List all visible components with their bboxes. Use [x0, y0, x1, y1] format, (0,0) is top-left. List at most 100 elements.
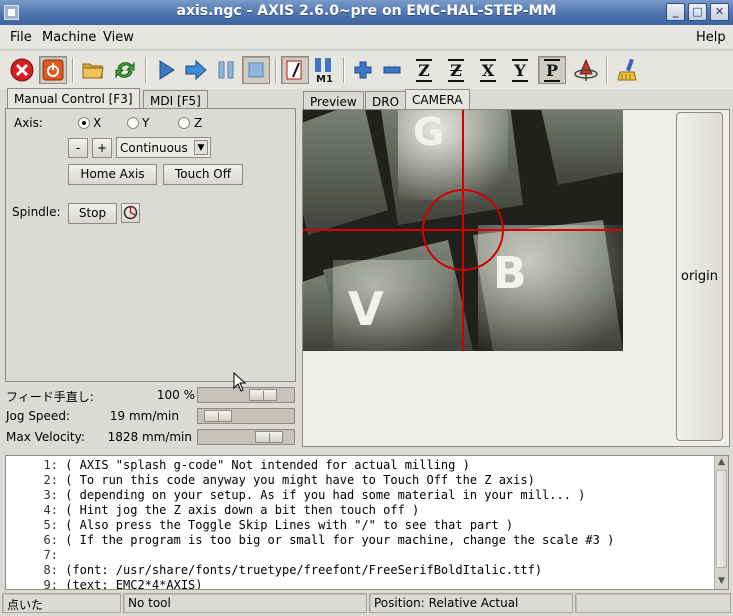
code-line: 1: ( AXIS "splash g-code" Not intended f… [6, 458, 470, 473]
code-line: 8: (font: /usr/share/fonts/truetype/free… [6, 563, 543, 578]
line-text: ( To run this code anyway you might have… [65, 473, 535, 487]
line-number: 2: [43, 473, 58, 487]
axis-z-label: Z [194, 116, 203, 130]
minimize-icon[interactable]: _ [666, 3, 685, 21]
code-line: 2: ( To run this code anyway you might h… [6, 473, 535, 488]
line-text: (font: /usr/share/fonts/truetype/freefon… [65, 563, 543, 577]
code-line: 7: [6, 548, 65, 563]
axis-y-label: Y [142, 116, 150, 130]
jog-plus-button[interactable]: + [92, 138, 112, 158]
axis-z-radio[interactable] [178, 117, 190, 129]
feed-override-label: フィード手直し: [6, 390, 94, 404]
view-y-icon[interactable]: Y [506, 56, 534, 84]
maximize-icon[interactable]: □ [688, 3, 707, 21]
zoom-in-icon[interactable] [349, 56, 377, 84]
code-line: 9: (text: EMC2*4*AXIS) [6, 578, 203, 589]
clear-plot-icon[interactable] [614, 56, 642, 84]
title-bar: axis.ngc - AXIS 2.6.0~pre on EMC-HAL-STE… [0, 0, 733, 25]
step-icon[interactable] [182, 56, 210, 84]
spindle-stop-button[interactable]: Stop [68, 203, 117, 224]
line-number: 3: [43, 488, 58, 502]
home-axis-button[interactable]: Home Axis [68, 164, 157, 185]
zoom-out-icon[interactable] [378, 56, 406, 84]
feed-override-value: 100 % [156, 388, 195, 402]
axis-label: Axis: [14, 116, 43, 130]
view-x-icon[interactable]: X [474, 56, 502, 84]
line-number: 1: [43, 458, 58, 472]
view-z-icon[interactable]: Z [410, 56, 438, 84]
chevron-down-icon: ▼ [194, 140, 208, 155]
window-title: axis.ngc - AXIS 2.6.0~pre on EMC-HAL-STE… [176, 3, 557, 19]
line-text: ( depending on your setup. As if you had… [65, 488, 586, 502]
pause-icon[interactable] [212, 56, 240, 84]
block-delete-icon[interactable] [281, 56, 309, 84]
toolbar-separator [275, 57, 277, 83]
axis-x-label: X [93, 116, 102, 130]
gcode-text-view[interactable]: 1: ( AXIS "splash g-code" Not intended f… [5, 455, 729, 590]
menu-view[interactable]: View [103, 30, 134, 45]
tab-camera[interactable]: CAMERA [405, 89, 470, 111]
optional-stop-icon[interactable]: M1 [310, 56, 338, 84]
max-velocity-label: Max Velocity: [6, 430, 85, 444]
tab-manual-control[interactable]: Manual Control [F3] [7, 88, 140, 110]
status-bar: 点いた No tool Position: Relative Actual [0, 592, 733, 616]
line-text: ( Hint jog the Z axis down a bit then to… [65, 503, 420, 517]
touch-off-button[interactable]: Touch Off [163, 164, 243, 185]
scroll-thumb[interactable] [716, 470, 727, 568]
line-number: 6: [43, 533, 58, 547]
key-letter-g: G [413, 110, 444, 154]
open-folder-icon[interactable] [79, 56, 107, 84]
menu-machine[interactable]: Machine [42, 30, 96, 45]
code-line: 6: ( If the program is too big or small … [6, 533, 615, 548]
scroll-down-icon[interactable]: ▼ [716, 576, 727, 587]
slider-thumb[interactable] [204, 410, 232, 422]
spindle-label: Spindle: [12, 205, 61, 219]
stop-icon[interactable] [242, 56, 270, 84]
rotate-icon[interactable] [572, 56, 600, 84]
axis-x-radio[interactable] [78, 117, 90, 129]
svg-text:M1: M1 [316, 74, 333, 83]
toolbar-separator [72, 57, 74, 83]
max-velocity-slider[interactable] [197, 429, 295, 445]
run-icon[interactable] [152, 56, 180, 84]
jog-mode-select[interactable]: Continuous ▼ [116, 137, 211, 158]
line-number: 5: [43, 518, 58, 532]
line-number: 8: [43, 563, 58, 577]
spindle-reverse-icon[interactable] [121, 203, 140, 223]
line-number: 4: [43, 503, 58, 517]
view-p-icon[interactable]: P [538, 56, 566, 84]
axis-y-radio[interactable] [127, 117, 139, 129]
code-line: 5: ( Also press the Toggle Skip Lines wi… [6, 518, 514, 533]
key-letter-v: V [348, 282, 384, 336]
toolbar-separator [343, 57, 345, 83]
tab-mdi[interactable]: MDI [F5] [143, 90, 208, 110]
slider-thumb[interactable] [249, 389, 277, 401]
camera-view: G B V [303, 110, 623, 351]
tool-status: No tool [123, 593, 367, 613]
close-window-icon[interactable]: ✕ [710, 3, 729, 21]
jog-speed-value: 19 mm/min [109, 409, 179, 423]
menu-help[interactable]: Help [696, 30, 726, 45]
jog-speed-slider[interactable] [197, 408, 295, 424]
menu-bar: File Machine View Help [0, 25, 733, 50]
slider-thumb[interactable] [255, 431, 283, 443]
origin-button[interactable]: origin [676, 112, 723, 441]
code-scrollbar[interactable]: ▲ ▼ [714, 456, 728, 589]
line-text: ( Also press the Toggle Skip Lines with … [65, 518, 514, 532]
toolbar-separator [145, 57, 147, 83]
jog-speed-label: Jog Speed: [6, 409, 70, 423]
line-number: 7: [43, 548, 58, 562]
scroll-up-icon[interactable]: ▲ [716, 457, 727, 468]
jog-minus-button[interactable]: - [68, 138, 88, 158]
tab-dro[interactable]: DRO [365, 91, 407, 111]
reload-icon[interactable] [111, 56, 139, 84]
estop-icon[interactable] [8, 56, 36, 84]
view-z2-icon[interactable]: Z [442, 56, 470, 84]
code-line: 4: ( Hint jog the Z axis down a bit then… [6, 503, 420, 518]
power-icon[interactable] [39, 56, 67, 84]
menu-file[interactable]: File [10, 30, 32, 45]
tab-preview[interactable]: Preview [303, 91, 364, 111]
toolbar-separator [606, 57, 608, 83]
jog-mode-value: Continuous [120, 141, 188, 155]
camera-image: G B V [303, 110, 623, 351]
